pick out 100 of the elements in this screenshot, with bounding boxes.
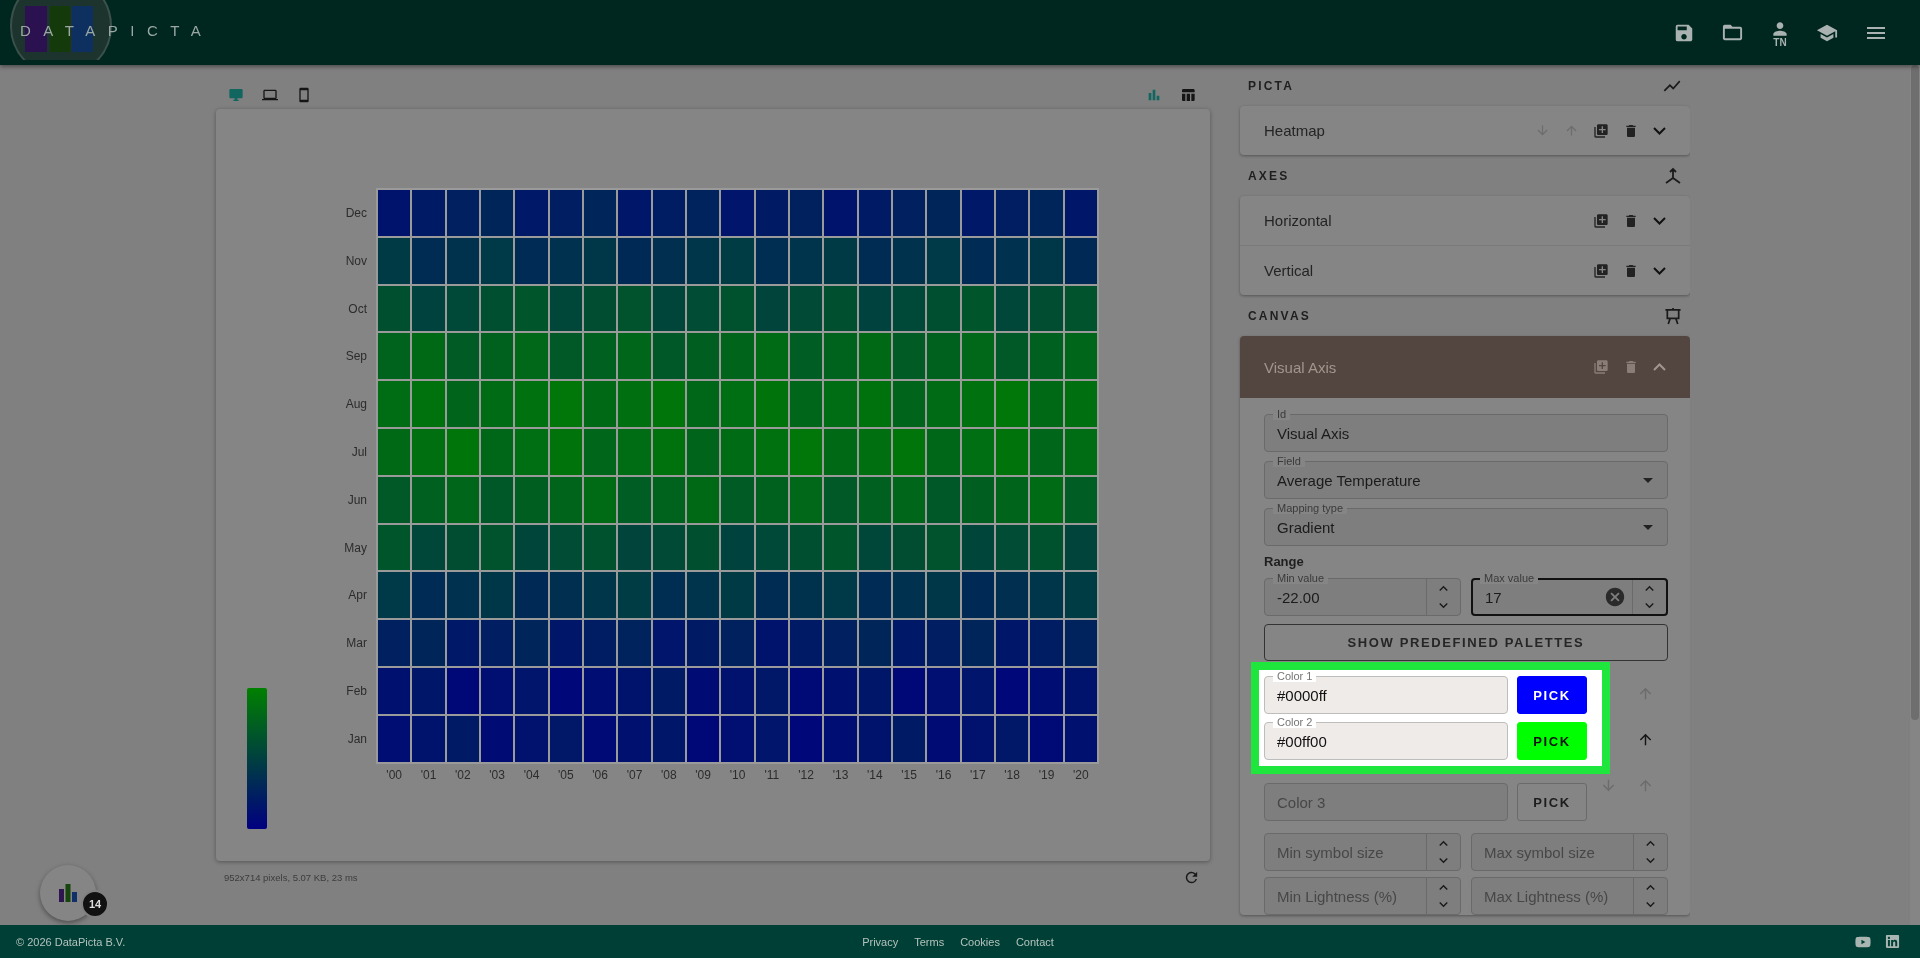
delete-button[interactable] bbox=[1623, 359, 1639, 375]
layer-header[interactable]: Vertical bbox=[1240, 245, 1690, 295]
layer-label: Vertical bbox=[1264, 262, 1315, 279]
trash-icon bbox=[1623, 359, 1639, 375]
user-button[interactable]: TN bbox=[1770, 18, 1790, 47]
arrow-down-icon bbox=[1600, 777, 1617, 794]
expand-button[interactable] bbox=[1653, 266, 1666, 275]
chevron-up-icon bbox=[1653, 363, 1666, 371]
collapse-button[interactable] bbox=[1653, 363, 1666, 371]
year-label: '11 bbox=[763, 767, 781, 782]
chevron-down-icon bbox=[1653, 216, 1666, 225]
laptop-view-button[interactable] bbox=[262, 87, 278, 103]
year-label: '19 bbox=[1037, 767, 1056, 782]
month-label: Jan bbox=[347, 730, 367, 748]
palettes-button[interactable]: SHOW PREDEFINED PALETTES bbox=[1264, 624, 1668, 661]
field-label: Mapping type bbox=[1273, 502, 1348, 514]
layer-label: Horizontal bbox=[1264, 212, 1333, 229]
duplicate-button[interactable] bbox=[1593, 359, 1609, 375]
footer-link[interactable]: Terms bbox=[914, 935, 945, 948]
table-icon bbox=[1180, 87, 1196, 103]
copyright: © 2026 DataPicta B.V. bbox=[16, 935, 127, 948]
year-label: '13 bbox=[831, 767, 850, 782]
easel-icon bbox=[1664, 306, 1682, 325]
pick-button[interactable]: PICK bbox=[1517, 722, 1587, 760]
trash-icon bbox=[1623, 262, 1639, 279]
duplicate-icon bbox=[1593, 359, 1609, 375]
pick-button[interactable]: PICK bbox=[1517, 676, 1587, 714]
month-label: Nov bbox=[345, 252, 367, 270]
bar-chart-icon bbox=[58, 884, 78, 902]
dropdown-caret-icon bbox=[1643, 477, 1653, 483]
logo-text: DATAPICTA bbox=[20, 22, 214, 39]
chart-view-button[interactable] bbox=[1146, 87, 1162, 103]
section-title: PICTA bbox=[1248, 78, 1295, 93]
phone-view-button[interactable] bbox=[296, 87, 312, 103]
linkedin-icon[interactable] bbox=[1885, 933, 1900, 949]
trash-icon bbox=[1623, 212, 1639, 229]
year-label: '10 bbox=[728, 767, 747, 782]
delete-button[interactable] bbox=[1623, 212, 1639, 229]
layer-header[interactable]: Horizontal bbox=[1240, 196, 1690, 245]
dropdown-caret-icon bbox=[1643, 524, 1653, 530]
expand-button[interactable] bbox=[1653, 126, 1666, 135]
field-label: Color 1 bbox=[1273, 670, 1317, 682]
month-label: May bbox=[344, 539, 367, 557]
bar-chart-icon bbox=[1146, 87, 1162, 103]
year-label: '02 bbox=[454, 767, 472, 782]
month-label: Jun bbox=[347, 491, 367, 509]
move-up-button[interactable] bbox=[1637, 731, 1654, 748]
chevron-down-icon bbox=[1653, 126, 1666, 135]
clear-button[interactable] bbox=[1604, 586, 1626, 608]
trash-icon bbox=[1623, 122, 1639, 139]
year-label: '03 bbox=[488, 767, 506, 782]
user-initials: TN bbox=[1773, 38, 1787, 47]
duplicate-button[interactable] bbox=[1593, 122, 1609, 139]
year-label: '04 bbox=[522, 767, 541, 782]
year-label: '18 bbox=[1003, 767, 1021, 782]
layer-header[interactable]: Heatmap bbox=[1240, 106, 1690, 155]
month-label: Sep bbox=[345, 348, 367, 366]
footer-link[interactable]: Privacy bbox=[862, 935, 899, 948]
arrow-up-icon bbox=[1637, 685, 1654, 702]
duplicate-button[interactable] bbox=[1593, 212, 1609, 229]
year-label: '16 bbox=[934, 767, 953, 782]
layer-label: Heatmap bbox=[1264, 122, 1326, 139]
axes-icon bbox=[1664, 166, 1682, 185]
month-label: Jul bbox=[351, 444, 367, 461]
year-label: '08 bbox=[660, 767, 678, 782]
year-label: '14 bbox=[866, 767, 884, 782]
layer-header[interactable]: Visual Axis bbox=[1240, 336, 1690, 398]
delete-button[interactable] bbox=[1623, 262, 1639, 279]
delete-button[interactable] bbox=[1623, 122, 1639, 139]
arrow-up-icon bbox=[1637, 777, 1654, 794]
desktop-view-button[interactable] bbox=[228, 87, 244, 103]
section-title: CANVAS bbox=[1248, 308, 1311, 323]
field-label: Id bbox=[1273, 408, 1291, 420]
expand-button[interactable] bbox=[1653, 216, 1666, 225]
month-label: Oct bbox=[348, 300, 367, 318]
refresh-icon bbox=[1183, 869, 1200, 886]
arrow-down-icon bbox=[1535, 123, 1550, 138]
table-view-button[interactable] bbox=[1180, 87, 1196, 103]
month-label: Feb bbox=[346, 682, 367, 700]
footer-link[interactable]: Cookies bbox=[960, 935, 1000, 948]
year-label: '15 bbox=[900, 767, 918, 782]
duplicate-icon bbox=[1593, 212, 1609, 229]
month-label: Apr bbox=[348, 587, 367, 605]
field-label: Color 2 bbox=[1273, 716, 1317, 728]
year-label: '06 bbox=[591, 767, 609, 782]
field-label: Max value bbox=[1480, 572, 1539, 584]
layer-label: Visual Axis bbox=[1264, 358, 1338, 376]
pick-button[interactable]: PICK bbox=[1517, 783, 1587, 821]
desktop-icon bbox=[228, 87, 244, 103]
year-label: '20 bbox=[1072, 767, 1090, 782]
duplicate-icon bbox=[1593, 262, 1609, 279]
refresh-button[interactable] bbox=[1183, 869, 1200, 886]
duplicate-button[interactable] bbox=[1593, 262, 1609, 279]
scrollbar[interactable] bbox=[1910, 65, 1920, 925]
field-label: Field bbox=[1273, 455, 1305, 467]
month-label: Dec bbox=[345, 205, 367, 222]
chevron-down-icon bbox=[1653, 266, 1666, 275]
year-label: '09 bbox=[694, 767, 712, 782]
year-label: '17 bbox=[969, 767, 987, 782]
footer-link[interactable]: Contact bbox=[1015, 935, 1054, 948]
